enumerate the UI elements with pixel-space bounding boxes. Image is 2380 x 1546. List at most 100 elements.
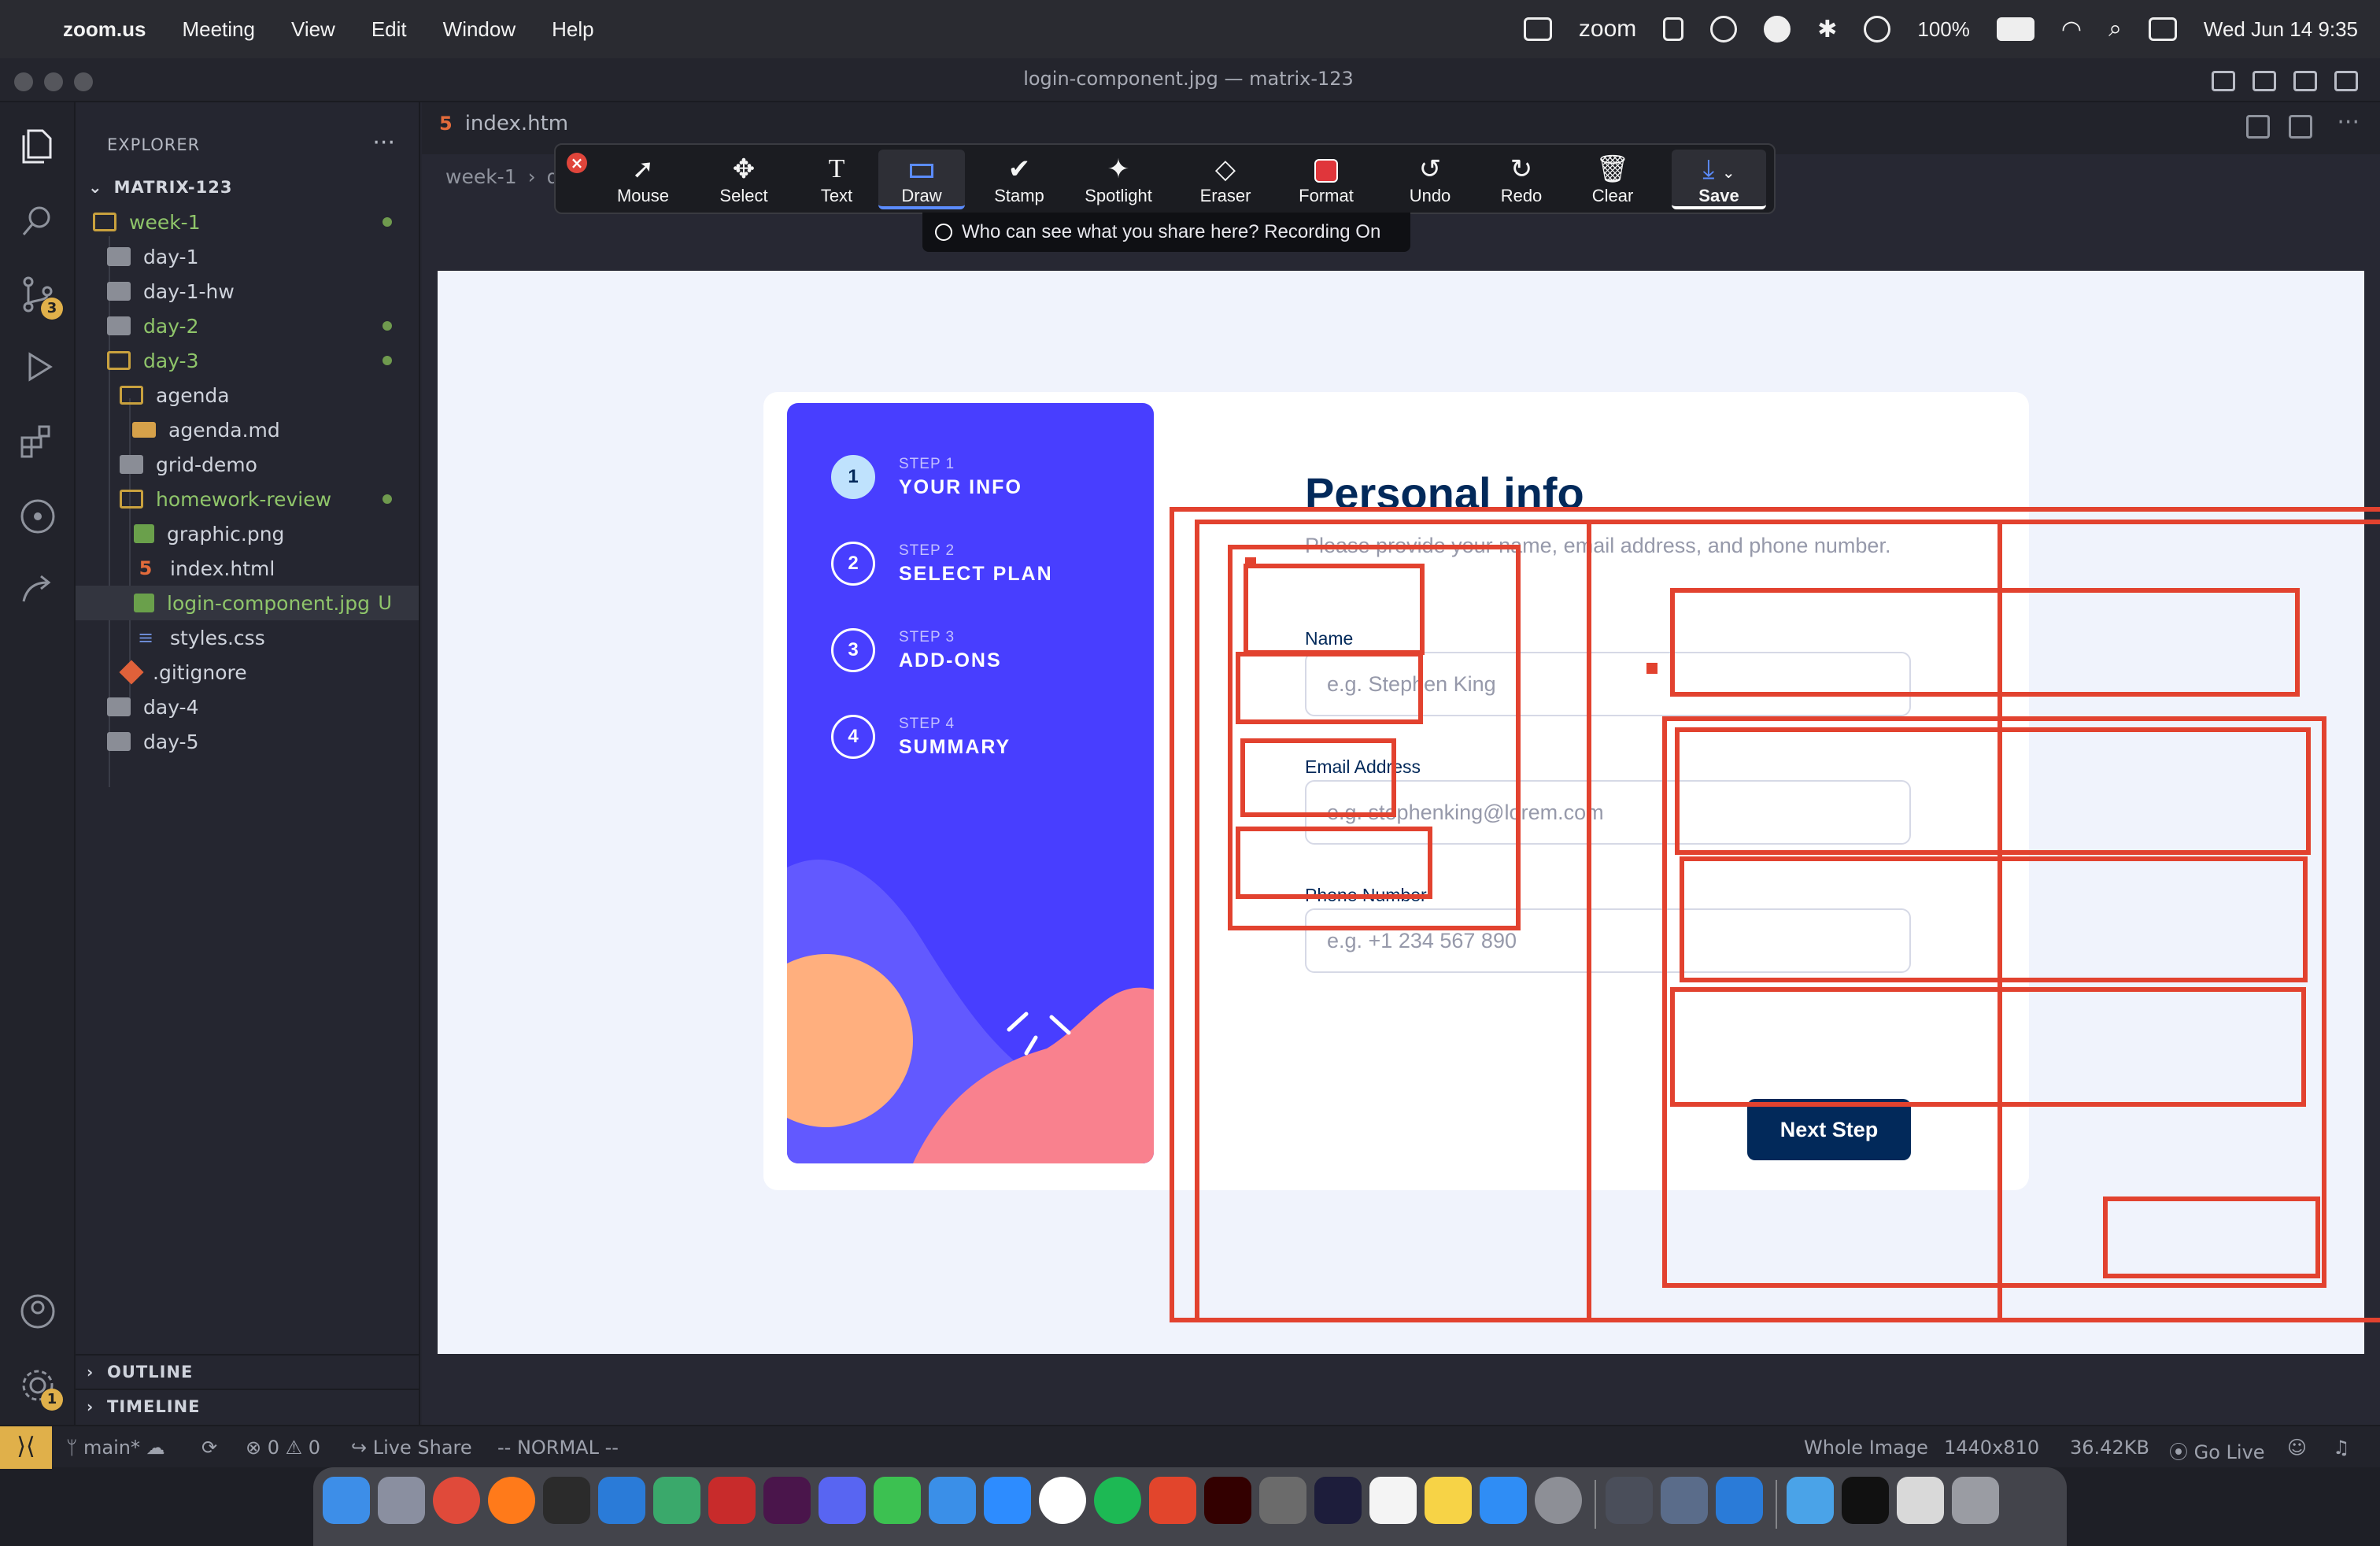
step-1[interactable]: 1 STEP 1 YOUR INFO — [831, 455, 1022, 499]
zoom-window-button[interactable] — [74, 72, 93, 91]
settings-gear-icon[interactable]: 1 — [17, 1365, 63, 1411]
open-changes-icon[interactable] — [2246, 115, 2270, 139]
spotify-icon[interactable] — [1094, 1477, 1141, 1524]
tool-format[interactable]: Format — [1283, 153, 1369, 206]
chatgpt-icon[interactable] — [653, 1477, 700, 1524]
menu-window[interactable]: Window — [443, 17, 516, 42]
tree-item-agenda[interactable]: agenda — [76, 378, 419, 412]
image-zoom-mode[interactable]: Whole Image — [1804, 1437, 1928, 1459]
system-settings-icon[interactable] — [1535, 1477, 1582, 1524]
toggle-panel-icon[interactable] — [2252, 71, 2276, 91]
calendar-icon[interactable] — [1369, 1477, 1417, 1524]
tree-item-graphic-png[interactable]: graphic.png — [76, 516, 419, 551]
minimize-window-button[interactable] — [44, 72, 63, 91]
slack-icon[interactable] — [763, 1477, 811, 1524]
vscode-window-icon[interactable] — [1716, 1477, 1763, 1524]
timeline-section[interactable]: › TIMELINE — [76, 1389, 419, 1423]
close-annotation-icon[interactable]: × — [567, 153, 587, 173]
chrome-icon[interactable] — [433, 1477, 480, 1524]
tree-item-day-1[interactable]: day-1 — [76, 239, 419, 274]
downloads-folder-icon[interactable] — [1787, 1477, 1834, 1524]
git-graph-status-icon[interactable]: ⟳ — [201, 1437, 217, 1459]
share-notice-bar[interactable]: Who can see what you share here? Recordi… — [922, 213, 1410, 252]
tool-mouse[interactable]: ➚ Mouse — [600, 153, 686, 206]
outline-section[interactable]: › OUTLINE — [76, 1354, 419, 1389]
project-root[interactable]: ⌄ MATRIX-123 — [88, 178, 232, 197]
tree-item-day-1-hw[interactable]: day-1-hw — [76, 274, 419, 309]
webex-icon[interactable] — [1039, 1477, 1086, 1524]
minimized-window-icon[interactable] — [1842, 1477, 1889, 1524]
tab-index-html[interactable]: 5 index.htm — [439, 112, 568, 135]
tree-item-day-5[interactable]: day-5 — [76, 724, 419, 759]
menu-app-name[interactable]: zoom.us — [63, 17, 146, 42]
trash-icon[interactable] — [1952, 1477, 1999, 1524]
tool-spotlight[interactable]: ✦ Spotlight — [1075, 153, 1162, 206]
extensions-icon[interactable] — [17, 422, 58, 463]
more-actions-icon[interactable]: ··· — [372, 129, 395, 157]
app-store-icon[interactable] — [1480, 1477, 1527, 1524]
tree-item-day-2[interactable]: day-2 — [76, 309, 419, 343]
breadcrumb-item[interactable]: week-1 — [445, 165, 517, 188]
tool-eraser[interactable]: ◇ Eraser — [1182, 153, 1269, 206]
tree-item-agenda-md[interactable]: agenda.md — [76, 412, 419, 447]
problems-indicator[interactable]: ⊗ 0 ⚠ 0 — [246, 1437, 320, 1459]
tree-item-week-1[interactable]: week-1 — [76, 205, 419, 239]
spotlight-search-icon[interactable]: ⌕ — [2108, 16, 2122, 43]
toggle-secondary-sidebar-icon[interactable] — [2293, 71, 2317, 91]
tree-item-day-3[interactable]: day-3 — [76, 343, 419, 378]
menu-view[interactable]: View — [291, 17, 335, 42]
terminal-icon[interactable] — [543, 1477, 590, 1524]
notes-icon[interactable] — [1425, 1477, 1472, 1524]
zoom-icon[interactable] — [984, 1477, 1031, 1524]
step-4[interactable]: 4 STEP 4 SUMMARY — [831, 715, 1011, 759]
tool-save[interactable]: ⤓ ⌄ Save — [1672, 150, 1766, 209]
menu-help[interactable]: Help — [552, 17, 593, 42]
tree-item-styles-css[interactable]: ≡ styles.css — [76, 620, 419, 655]
minimized-window-icon[interactable] — [1897, 1477, 1944, 1524]
extension-icon[interactable] — [1663, 17, 1684, 41]
notifications-bell-icon[interactable]: ♫ — [2333, 1437, 2350, 1459]
step-2[interactable]: 2 STEP 2 SELECT PLAN — [831, 542, 1053, 586]
tree-item-grid-demo[interactable]: grid-demo — [76, 447, 419, 482]
discord-icon[interactable] — [819, 1477, 866, 1524]
tree-item-homework-review[interactable]: homework-review — [76, 482, 419, 516]
customize-layout-icon[interactable] — [2334, 71, 2358, 91]
tool-clear[interactable]: 🗑 Clear — [1569, 153, 1656, 206]
tree-item-login-component-jpg[interactable]: login-component.jpg U — [76, 586, 419, 620]
launchpad-icon[interactable] — [378, 1477, 425, 1524]
menu-edit[interactable]: Edit — [371, 17, 407, 42]
tool-stamp[interactable]: ✔ Stamp — [976, 153, 1062, 206]
step-3[interactable]: 3 STEP 3 ADD-ONS — [831, 628, 1002, 672]
live-share-status[interactable]: ↪ Live Share — [351, 1437, 472, 1459]
menu-meeting[interactable]: Meeting — [182, 17, 255, 42]
zoom-status-label[interactable]: zoom — [1579, 16, 1636, 43]
explorer-icon[interactable] — [17, 126, 58, 167]
grammarly-icon[interactable] — [1764, 16, 1791, 43]
control-center-icon[interactable] — [2148, 17, 2177, 41]
go-live-button[interactable]: ⦿ Go Live — [2169, 1437, 2265, 1464]
toggle-sidebar-icon[interactable] — [2212, 71, 2235, 91]
play-icon[interactable] — [1864, 16, 1891, 43]
search-icon[interactable] — [17, 200, 58, 241]
tree-item-gitignore[interactable]: .gitignore — [76, 655, 419, 690]
recording-icon[interactable] — [1710, 16, 1738, 43]
preview-window-icon[interactable] — [1606, 1477, 1653, 1524]
menubar-datetime[interactable]: Wed Jun 14 9:35 — [2204, 17, 2358, 42]
firefox-icon[interactable] — [488, 1477, 535, 1524]
messages-icon[interactable] — [874, 1477, 921, 1524]
filezilla-icon[interactable] — [708, 1477, 756, 1524]
close-window-button[interactable] — [14, 72, 33, 91]
source-control-icon[interactable]: 3 — [17, 274, 63, 320]
tool-draw[interactable]: Draw — [878, 150, 965, 209]
git-graph-icon[interactable] — [17, 496, 58, 537]
editor-more-icon[interactable]: ··· — [2337, 109, 2360, 136]
feedback-icon[interactable]: ☺ — [2287, 1437, 2307, 1459]
mail-icon[interactable] — [929, 1477, 976, 1524]
gimp-icon[interactable] — [1259, 1477, 1306, 1524]
branch-indicator[interactable]: ᛘ main* ☁ — [66, 1437, 165, 1459]
tool-redo[interactable]: ↻ Redo — [1478, 153, 1565, 206]
split-editor-icon[interactable] — [2289, 115, 2312, 139]
tool-select[interactable]: ✥ Select — [700, 153, 787, 206]
screen-recorder-icon[interactable] — [1314, 1477, 1362, 1524]
accounts-icon[interactable] — [17, 1291, 58, 1332]
